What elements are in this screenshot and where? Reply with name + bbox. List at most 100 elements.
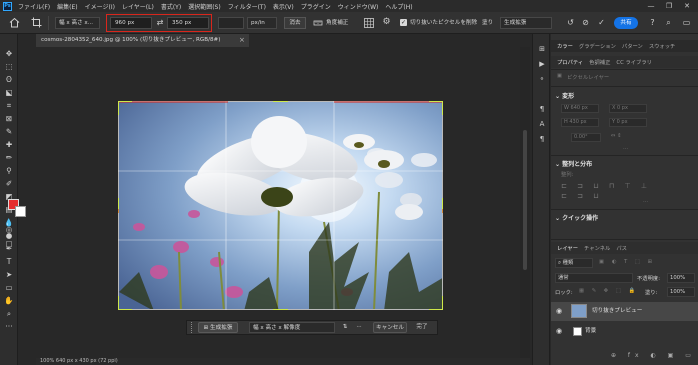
- unit-select[interactable]: px/in: [247, 17, 277, 29]
- tab-color[interactable]: カラー: [557, 42, 573, 50]
- more-align-icon[interactable]: ···: [643, 199, 648, 205]
- marquee-tool-icon[interactable]: ⬚: [3, 61, 15, 72]
- reset-icon[interactable]: ↺: [565, 17, 576, 28]
- more-transform-icon[interactable]: ···: [623, 146, 628, 152]
- menu-help[interactable]: ヘルプ(H): [385, 2, 412, 11]
- object-select-tool-icon[interactable]: ⬕: [3, 87, 15, 98]
- layer-filter-select[interactable]: ⌕ 種類: [555, 258, 593, 268]
- brush-settings-icon[interactable]: ⚬: [537, 74, 547, 84]
- layer-row-crop-preview[interactable]: ◉ 切り抜きプレビュー: [551, 302, 698, 321]
- transform-section-title[interactable]: ⌄ 変形: [555, 91, 574, 100]
- more-options-button[interactable]: ···: [353, 322, 365, 333]
- align-section-title[interactable]: ⌄ 整列と分布: [555, 159, 592, 168]
- clear-button[interactable]: 消去: [284, 17, 306, 29]
- menu-filter[interactable]: フィルター(T): [228, 2, 266, 11]
- character-panel-icon[interactable]: A: [537, 119, 547, 129]
- blend-mode-select[interactable]: 通常: [555, 273, 633, 283]
- tab-swatches[interactable]: スウォッチ: [649, 42, 676, 50]
- drag-handle[interactable]: [191, 322, 196, 333]
- lasso-tool-icon[interactable]: ʘ: [3, 74, 15, 85]
- rotation-field[interactable]: 0.00°: [571, 133, 601, 142]
- swap-icon[interactable]: ⇄: [155, 17, 165, 29]
- close-document-icon[interactable]: ×: [239, 34, 247, 47]
- layer-row-background[interactable]: ◉ 背景: [551, 322, 698, 341]
- menu-edit[interactable]: 編集(E): [57, 2, 77, 11]
- move-tool-icon[interactable]: ✥: [3, 48, 15, 59]
- frame-tool-icon[interactable]: ⊠: [3, 113, 15, 124]
- ratio-select[interactable]: 幅 x 高さ x...: [55, 17, 100, 29]
- transform-x-field[interactable]: X 0 px: [609, 104, 647, 113]
- paragraph-panel-icon[interactable]: ¶: [537, 104, 547, 114]
- tab-properties[interactable]: プロパティ: [557, 58, 583, 66]
- tab-channels[interactable]: チャンネル: [584, 244, 610, 252]
- opacity-input[interactable]: 100%: [667, 273, 695, 283]
- settings-icon[interactable]: ⇅: [340, 322, 350, 333]
- actions-panel-icon[interactable]: ▶: [537, 59, 547, 69]
- hand-tool-icon[interactable]: ✋: [3, 295, 15, 306]
- scrollbar-thumb[interactable]: [523, 130, 527, 270]
- cancel-icon[interactable]: ⊘: [580, 17, 591, 28]
- resolution-input[interactable]: [218, 17, 244, 29]
- tab-layers[interactable]: レイヤー: [557, 244, 578, 252]
- eye-icon[interactable]: ◉: [556, 328, 565, 335]
- menu-view[interactable]: 表示(V): [273, 2, 294, 11]
- transform-y-field[interactable]: Y 0 px: [609, 118, 647, 127]
- tab-adjustments[interactable]: 色調補正: [589, 58, 610, 66]
- width-input[interactable]: 960 px: [110, 17, 152, 29]
- tab-cc-libraries[interactable]: CC ライブラリ: [616, 58, 652, 66]
- share-button[interactable]: 共有: [614, 17, 638, 29]
- menu-image[interactable]: イメージ(I): [85, 2, 115, 11]
- more-tools-icon[interactable]: ···: [3, 321, 15, 332]
- generative-expand-button[interactable]: ⊞ 生成拡張: [198, 322, 238, 333]
- height-input[interactable]: 350 px: [167, 17, 209, 29]
- fill-opacity-input[interactable]: 100%: [667, 287, 695, 297]
- menu-type[interactable]: 書式(Y): [161, 2, 181, 11]
- history-panel-icon[interactable]: ⊞: [537, 44, 547, 54]
- screen-mode-icon[interactable]: ▢: [3, 238, 15, 249]
- ratio-res-select[interactable]: 幅 x 高さ x 解像度: [249, 322, 335, 333]
- document-tab[interactable]: cosmos-2804352_640.jpg @ 100% (切り抜きプレビュー…: [36, 34, 249, 47]
- layer-filter-icons[interactable]: ▣ ◐ T ⬚ ⊞: [599, 259, 655, 265]
- quick-actions-section-title[interactable]: ⌄ クイック操作: [555, 213, 598, 222]
- eye-icon[interactable]: ◉: [556, 308, 565, 315]
- glyphs-panel-icon[interactable]: ¶: [537, 134, 547, 144]
- fill-select[interactable]: 生成拡張: [500, 17, 552, 29]
- layer-bottom-icons[interactable]: ⊕ fx ◐ ▣ ▭ ⊞ 🗑: [611, 352, 698, 359]
- crop-tool-icon[interactable]: [31, 17, 42, 28]
- straighten-label[interactable]: 角度補正: [326, 17, 348, 29]
- align-icons[interactable]: ⊏ ⊐ ⊔ ⊓ ⊤ ⊥: [561, 182, 651, 190]
- transform-width-field[interactable]: W 640 px: [561, 104, 599, 113]
- distribute-icons[interactable]: ⊏ ⊐ ⊔: [561, 192, 603, 200]
- path-select-tool-icon[interactable]: ➤: [3, 269, 15, 280]
- delete-cropped-checkbox[interactable]: ✓: [400, 19, 407, 26]
- crop-overlay[interactable]: [118, 101, 443, 310]
- done-button[interactable]: 完了: [411, 322, 433, 333]
- tab-patterns[interactable]: パターン: [622, 42, 643, 50]
- menu-select[interactable]: 選択範囲(S): [188, 2, 221, 11]
- menu-window[interactable]: ウィンドウ(W): [338, 2, 379, 11]
- close-window-button[interactable]: ✕: [678, 2, 696, 10]
- history-brush-tool-icon[interactable]: ✐: [3, 178, 15, 189]
- zoom-tool-icon[interactable]: ⌕: [3, 308, 15, 319]
- type-tool-icon[interactable]: T: [3, 256, 15, 267]
- brush-tool-icon[interactable]: ✏: [3, 152, 15, 163]
- lock-icons[interactable]: ▦ ✎ ✥ ⬚ 🔒: [579, 288, 638, 294]
- eyedropper-tool-icon[interactable]: ✎: [3, 126, 15, 137]
- clone-stamp-tool-icon[interactable]: ⚲: [3, 165, 15, 176]
- maximize-button[interactable]: ❐: [660, 2, 678, 10]
- minimize-button[interactable]: —: [642, 2, 660, 10]
- background-color-swatch[interactable]: [15, 206, 26, 217]
- commit-icon[interactable]: ✓: [596, 17, 607, 28]
- flip-icons[interactable]: ⇔ ⇕: [611, 133, 622, 139]
- menu-plugins[interactable]: プラグイン: [301, 2, 331, 11]
- tab-gradients[interactable]: グラデーション: [579, 42, 616, 50]
- tab-paths[interactable]: パス: [616, 244, 627, 252]
- menu-layer[interactable]: レイヤー(L): [122, 2, 154, 11]
- search-icon[interactable]: ⌕: [663, 17, 674, 28]
- straighten-icon[interactable]: [313, 18, 323, 28]
- transform-height-field[interactable]: H 430 px: [561, 118, 599, 127]
- crop-tool-icon[interactable]: ⌗: [3, 100, 15, 111]
- home-icon[interactable]: [9, 17, 20, 28]
- quick-mask-icon[interactable]: ◎: [3, 224, 15, 235]
- cancel-button[interactable]: キャンセル: [373, 322, 407, 333]
